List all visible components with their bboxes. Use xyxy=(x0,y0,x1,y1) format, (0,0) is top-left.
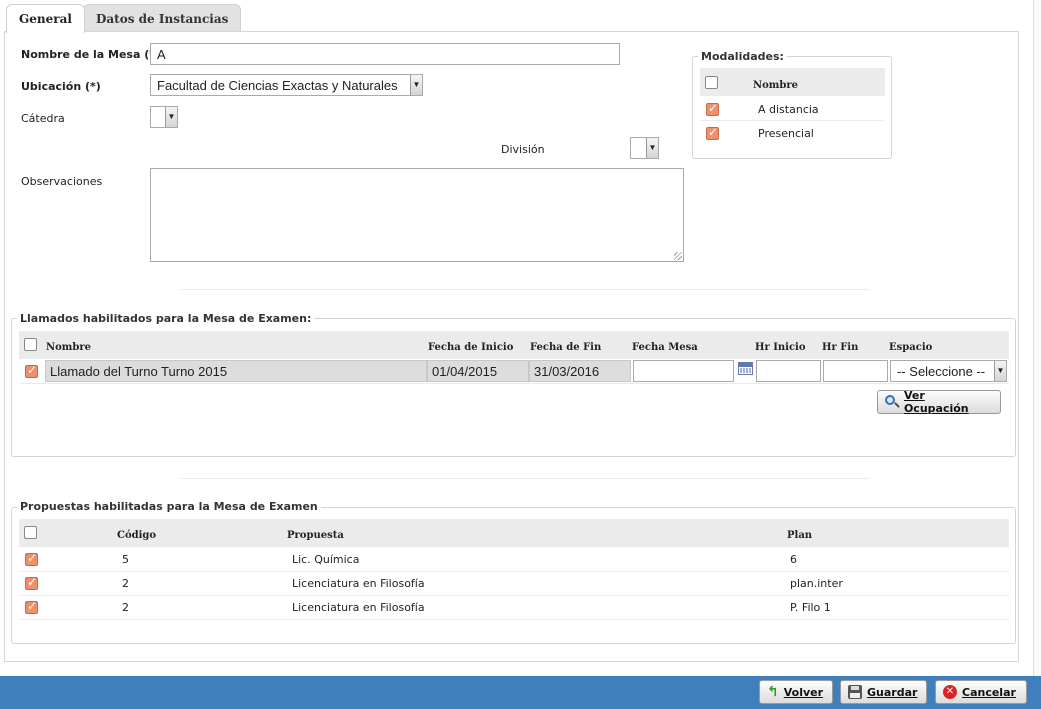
guardar-label: Guardar xyxy=(867,685,918,699)
modalidad-a-distancia-checkbox[interactable] xyxy=(706,101,719,116)
propuesta-codigo: 2 xyxy=(122,577,129,590)
tab-general[interactable]: General xyxy=(6,4,85,33)
ubicacion-label: Ubicación (*) xyxy=(21,80,101,93)
llamados-header-nombre: Nombre xyxy=(46,342,92,353)
espacio-select[interactable]: -- Seleccione -- ▼ xyxy=(890,360,1007,382)
propuestas-legend: Propuestas habilitadas para la Mesa de E… xyxy=(17,500,321,513)
ubicacion-value: Facultad de Ciencias Exactas y Naturales xyxy=(157,78,398,93)
chevron-down-icon: ▼ xyxy=(646,138,658,158)
row-divider xyxy=(19,383,1009,384)
row-divider xyxy=(19,571,1009,572)
volver-label: Volver xyxy=(783,685,824,699)
back-arrow-icon: ↰ xyxy=(767,684,779,700)
division-select[interactable]: ▼ xyxy=(630,137,659,159)
hr-inicio-input[interactable] xyxy=(756,360,821,382)
tab-datos-de-instancias[interactable]: Datos de Instancias xyxy=(83,4,242,32)
propuestas-select-all-checkbox[interactable] xyxy=(24,526,37,539)
llamados-legend: Llamados habilitados para la Mesa de Exa… xyxy=(17,312,315,325)
volver-button[interactable]: ↰ Volver xyxy=(759,680,833,704)
nombre-input[interactable]: A xyxy=(150,43,620,65)
llamados-header-fecha-inicio: Fecha de Inicio xyxy=(428,342,514,353)
catedra-select[interactable]: ▼ xyxy=(150,106,178,128)
propuesta-plan: 6 xyxy=(790,553,797,566)
section-separator xyxy=(180,289,870,290)
llamado-fecha-inicio-cell: 01/04/2015 xyxy=(427,360,529,382)
ver-ocupacion-button[interactable]: Ver Ocupación xyxy=(877,389,1001,415)
propuesta-nombre: Licenciatura en Filosofía xyxy=(292,601,425,614)
propuesta-row-checkbox[interactable] xyxy=(25,551,38,566)
propuesta-row-checkbox[interactable] xyxy=(25,599,38,614)
propuesta-codigo: 5 xyxy=(122,553,129,566)
llamados-select-all-checkbox[interactable] xyxy=(24,338,37,351)
ubicacion-select[interactable]: Facultad de Ciencias Exactas y Naturales… xyxy=(150,74,423,96)
catedra-label: Cátedra xyxy=(21,112,65,125)
propuesta-plan: P. Filo 1 xyxy=(790,601,831,614)
chevron-down-icon: ▼ xyxy=(994,361,1006,381)
cancel-icon: ✕ xyxy=(943,685,957,699)
propuestas-header-codigo: Código xyxy=(117,530,157,541)
llamado-nombre-cell: Llamado del Turno Turno 2015 xyxy=(45,360,427,382)
section-separator xyxy=(180,478,870,479)
propuesta-codigo: 2 xyxy=(122,601,129,614)
propuestas-header-propuesta: Propuesta xyxy=(287,530,344,541)
modalidad-presencial-checkbox[interactable] xyxy=(706,125,719,140)
llamados-header-fecha-mesa: Fecha Mesa xyxy=(632,342,698,353)
fecha-mesa-input[interactable] xyxy=(633,360,734,382)
cancelar-button[interactable]: ✕ Cancelar xyxy=(935,680,1027,704)
chevron-down-icon: ▼ xyxy=(410,75,422,95)
modalidad-presencial-label: Presencial xyxy=(758,127,814,140)
observaciones-textarea[interactable] xyxy=(150,168,684,262)
propuesta-plan: plan.inter xyxy=(790,577,843,590)
modalidades-header-nombre: Nombre xyxy=(753,80,799,91)
guardar-button[interactable]: Guardar xyxy=(840,680,927,704)
llamados-header-espacio: Espacio xyxy=(889,342,933,353)
magnifier-icon xyxy=(885,395,900,409)
propuestas-header-plan: Plan xyxy=(787,530,813,541)
propuesta-nombre: Licenciatura en Filosofía xyxy=(292,577,425,590)
page-scrollbar[interactable] xyxy=(1033,0,1041,676)
espacio-value: -- Seleccione -- xyxy=(897,364,986,379)
propuestas-header xyxy=(19,519,1009,547)
division-label: División xyxy=(501,143,545,156)
propuesta-nombre: Lic. Química xyxy=(292,553,360,566)
cancelar-label: Cancelar xyxy=(962,685,1016,699)
ver-ocupacion-label: Ver Ocupación xyxy=(903,389,969,415)
llamados-header-hr-fin: Hr Fin xyxy=(822,342,859,353)
save-icon xyxy=(848,685,862,699)
nombre-label: Nombre de la Mesa (*) xyxy=(21,48,161,61)
calendar-icon[interactable] xyxy=(738,362,753,375)
llamado-fecha-fin-cell: 31/03/2016 xyxy=(529,360,631,382)
propuesta-row-checkbox[interactable] xyxy=(25,575,38,590)
row-divider xyxy=(19,619,1009,620)
row-divider xyxy=(700,120,885,121)
modalidad-a-distancia-label: A distancia xyxy=(758,103,819,116)
llamados-header xyxy=(19,331,1009,359)
row-divider xyxy=(19,595,1009,596)
resize-handle-icon[interactable] xyxy=(674,252,682,260)
llamados-header-fecha-fin: Fecha de Fin xyxy=(530,342,602,353)
llamado-row-checkbox[interactable] xyxy=(25,363,38,378)
hr-fin-input[interactable] xyxy=(823,360,888,382)
modalidades-select-all-checkbox[interactable] xyxy=(705,76,718,89)
chevron-down-icon: ▼ xyxy=(165,107,177,127)
modalidades-legend: Modalidades: xyxy=(698,50,787,63)
llamados-header-hr-inicio: Hr Inicio xyxy=(755,342,806,353)
observaciones-label: Observaciones xyxy=(21,175,103,188)
